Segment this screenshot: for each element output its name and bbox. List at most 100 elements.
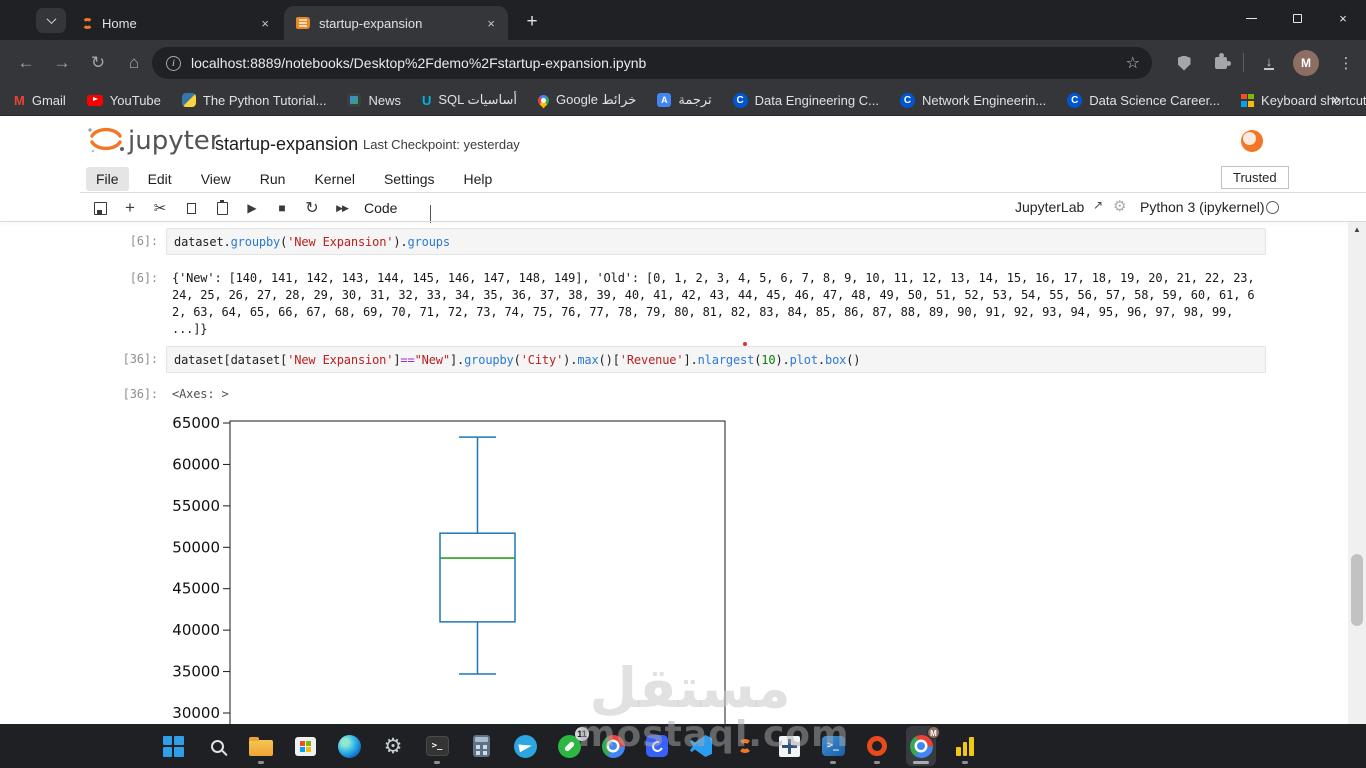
youtube-icon (86, 94, 103, 106)
address-bar[interactable]: i localhost:8889/notebooks/Desktop%2Fdem… (152, 47, 1152, 79)
jupyter-icon (738, 739, 752, 753)
bookmark-gmail[interactable]: M Gmail (14, 93, 66, 108)
back-button[interactable]: ← (12, 49, 40, 77)
menu-help[interactable]: Help (454, 167, 503, 191)
taskbar-terminal[interactable]: >_ (422, 726, 452, 766)
profile-badge: M (927, 726, 940, 739)
trusted-button[interactable]: Trusted (1221, 166, 1289, 189)
taskbar-file-explorer[interactable] (246, 726, 276, 766)
tab-startup-expansion[interactable]: startup-expansion × (284, 6, 508, 40)
extensions-button[interactable] (1207, 49, 1235, 77)
cell-type-dropdown[interactable]: Code (364, 200, 397, 216)
home-button[interactable]: ⌂ (120, 49, 148, 77)
scrollbar[interactable]: ▲ (1348, 222, 1366, 724)
menu-kernel[interactable]: Kernel (304, 167, 364, 191)
scroll-up-arrow[interactable]: ▲ (1353, 225, 1361, 234)
bookmark-data-science-career[interactable]: C Data Science Career... (1067, 92, 1220, 108)
bookmark-keyboard-shortcuts[interactable]: Keyboard shortcuts... (1241, 93, 1366, 108)
start-button[interactable] (158, 726, 188, 766)
taskbar-telegram[interactable] (510, 726, 540, 766)
taskbar-tableau[interactable] (774, 726, 804, 766)
menu-view[interactable]: View (191, 167, 241, 191)
divider (80, 192, 1366, 193)
divider (0, 221, 1366, 222)
jupyter-notebook-page: jupyter startup-expansion Last Checkpoin… (0, 116, 1366, 724)
powerbi-icon (956, 736, 974, 756)
taskbar-coinmarketcap[interactable] (642, 726, 672, 766)
run-cell-button[interactable]: ▶ (240, 198, 264, 218)
url-text[interactable]: localhost:8889/notebooks/Desktop%2Fdemo%… (191, 55, 1116, 71)
coinmarketcap-icon (646, 735, 668, 757)
whatsapp-badge: 11 (575, 727, 589, 741)
taskbar-settings[interactable]: ⚙ (378, 726, 408, 766)
taskbar-chrome[interactable] (598, 726, 628, 766)
profile-avatar[interactable]: M (1293, 50, 1319, 76)
paste-cell-button[interactable] (210, 198, 234, 218)
bookmark-google-maps[interactable]: Google خرائط (535, 92, 636, 108)
restart-run-all-button[interactable]: ▶▶ (330, 198, 354, 218)
site-info-icon[interactable]: i (166, 55, 181, 71)
bookmark-translate[interactable]: A ترجمة (657, 92, 712, 108)
save-button[interactable] (88, 198, 112, 218)
taskbar-powershell[interactable]: >_ (818, 726, 848, 766)
translate-icon: A (657, 93, 672, 107)
gear-icon[interactable]: ⚙ (1113, 197, 1126, 215)
adblock-extension-button[interactable] (1170, 49, 1198, 77)
interrupt-kernel-button[interactable]: ■ (270, 198, 294, 218)
forward-button[interactable]: → (48, 49, 76, 77)
taskbar-edge[interactable] (334, 726, 364, 766)
taskbar-office[interactable] (862, 726, 892, 766)
reload-button[interactable]: ↻ (84, 49, 112, 77)
taskbar-vscode[interactable] (686, 726, 716, 766)
checkpoint-status: Last Checkpoint: yesterday (363, 137, 520, 152)
bookmark-python-tutorial[interactable]: The Python Tutorial... (181, 93, 326, 108)
taskbar-calculator[interactable] (466, 726, 496, 766)
coursera-icon: C (1067, 92, 1083, 108)
tab-home[interactable]: Home × (70, 6, 282, 40)
kernel-name[interactable]: Python 3 (ipykernel) (1140, 199, 1265, 215)
menu-file[interactable]: File (86, 167, 129, 191)
chevron-down-icon (46, 14, 56, 25)
close-tab-icon[interactable]: × (484, 16, 498, 31)
tab-search-button[interactable] (36, 8, 66, 33)
taskbar-chrome-active[interactable]: M (906, 726, 940, 766)
bookmark-sql[interactable]: U SQL أساسيات (422, 92, 517, 108)
notebook-title[interactable]: startup-expansion (215, 134, 358, 155)
cut-cell-button[interactable]: ✂ (148, 198, 172, 218)
code-cell-input[interactable]: dataset. groupby('New Expansion'). groups (166, 228, 1266, 255)
jupyterlab-link[interactable]: JupyterLab (1015, 199, 1084, 215)
add-cell-button[interactable]: + (118, 198, 142, 218)
bookmark-data-engineering[interactable]: C Data Engineering C... (732, 92, 879, 108)
kernel-status-icon (1266, 201, 1279, 214)
bookmark-star-icon[interactable]: ☆ (1126, 53, 1140, 73)
svg-text:50000: 50000 (172, 538, 220, 556)
bookmark-news[interactable]: News (347, 93, 401, 108)
close-window-button[interactable]: × (1320, 0, 1366, 37)
taskbar-whatsapp[interactable]: 11 (554, 726, 589, 766)
browser-menu-button[interactable]: ⋮ (1332, 49, 1360, 77)
bookmark-youtube[interactable]: YouTube (86, 93, 161, 108)
bookmarks-overflow-button[interactable]: » (1331, 91, 1340, 109)
bookmark-network-engineering[interactable]: C Network Engineerin... (899, 92, 1046, 108)
code-cell-input[interactable]: dataset[dataset['New Expansion'] == "New… (166, 346, 1266, 373)
taskbar-powerbi[interactable] (950, 726, 980, 766)
menu-run[interactable]: Run (250, 167, 296, 191)
restart-kernel-button[interactable]: ↻ (300, 198, 324, 218)
scrollbar-thumb[interactable] (1351, 554, 1363, 626)
close-tab-icon[interactable]: × (258, 16, 272, 31)
taskbar-search[interactable] (202, 726, 232, 766)
taskbar-microsoft-store[interactable] (290, 726, 320, 766)
bookmark-label: Gmail (31, 92, 66, 108)
minimize-button[interactable] (1228, 0, 1274, 37)
menu-settings[interactable]: Settings (374, 167, 445, 191)
coursera-icon: C (899, 92, 915, 108)
copy-cell-button[interactable] (179, 198, 203, 218)
maximize-button[interactable] (1274, 0, 1320, 37)
settings-gear-icon: ⚙ (383, 734, 403, 758)
taskbar-apps: ⚙ >_ 11 >_ M (158, 724, 980, 768)
new-tab-button[interactable]: + (519, 9, 545, 35)
menu-edit[interactable]: Edit (138, 167, 182, 191)
downloads-button[interactable]: ↓ (1255, 49, 1283, 77)
taskbar-jupyter[interactable] (730, 726, 760, 766)
udacity-icon: U (421, 92, 432, 108)
